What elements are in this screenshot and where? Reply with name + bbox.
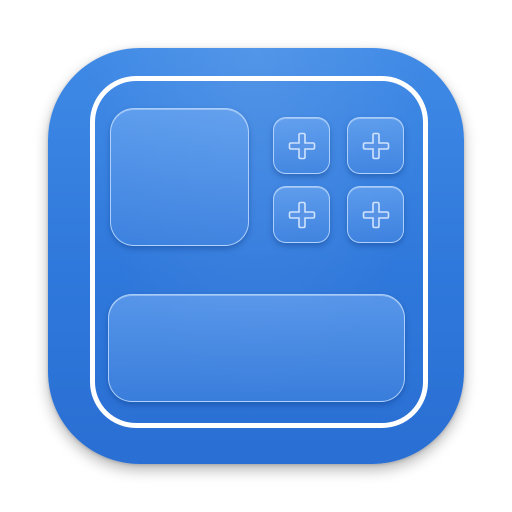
small-widget-tile [347,117,404,174]
plus-icon [362,132,389,159]
small-widget-tile [273,117,330,174]
app-icon[interactable] [48,48,464,464]
small-widget-tile [347,186,404,243]
canvas [0,0,512,512]
plus-icon [288,132,315,159]
plus-icon [288,201,315,228]
wide-widget-tile [108,294,405,402]
small-widget-tile [273,186,330,243]
plus-icon [362,201,389,228]
large-widget-tile [110,108,249,246]
